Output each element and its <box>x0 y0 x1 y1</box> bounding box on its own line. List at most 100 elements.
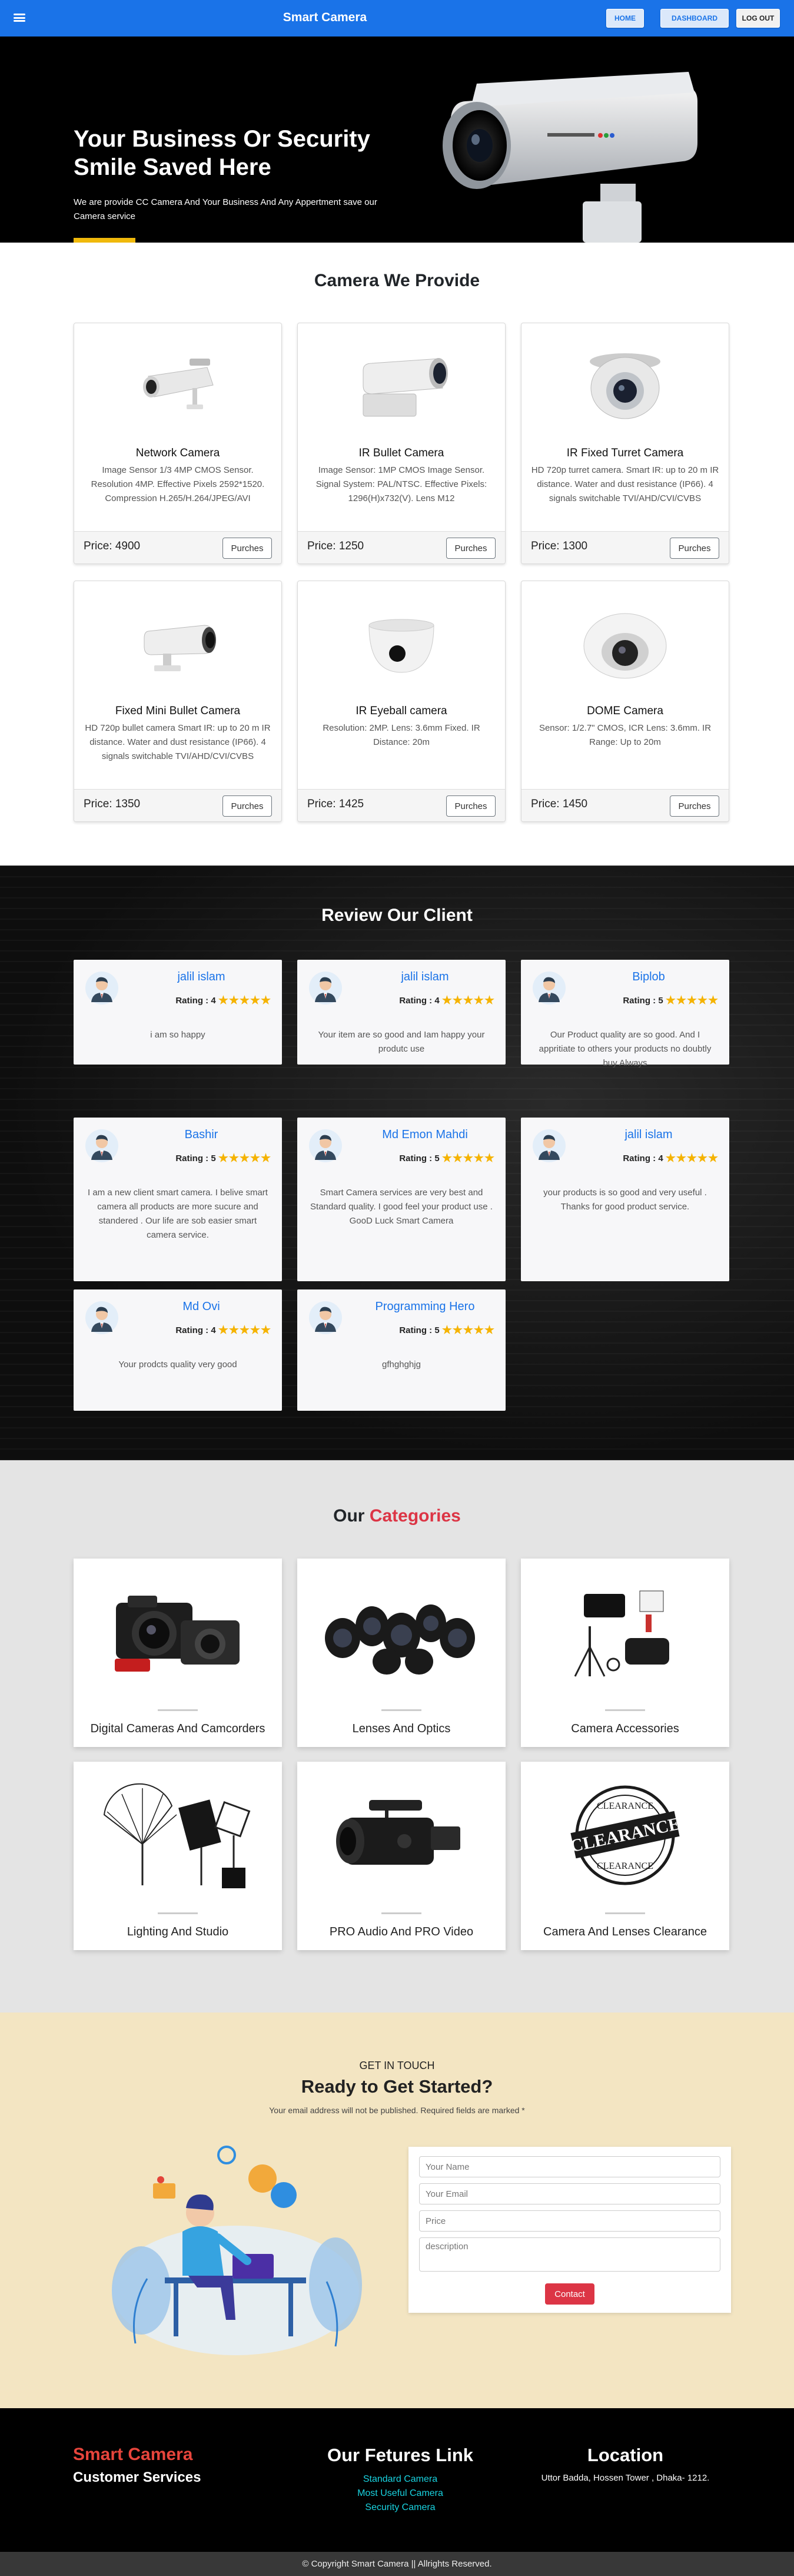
hero-title: Your Business Or Security Smile Saved He… <box>74 126 370 180</box>
dashboard-button[interactable]: DASHBOARD <box>660 9 729 28</box>
purchase-button[interactable]: Purches <box>446 795 496 817</box>
review-card: Programming Hero Rating : 5 ★★★★★ gfhghghj… <box>297 1289 506 1411</box>
product-price: Price: 1425 <box>307 798 364 810</box>
product-name: IR Eyeball camera <box>356 705 447 717</box>
logout-button[interactable]: LOG OUT <box>736 9 780 28</box>
reviewer-name: Biplob <box>632 970 665 983</box>
rating-label: Rating : <box>399 1153 433 1163</box>
user-avatar-icon <box>309 1301 342 1334</box>
rating-value: 5 <box>434 1153 440 1163</box>
categories-section-title: Our Categories <box>0 1506 794 1526</box>
reviewer-name: jalil islam <box>401 970 449 983</box>
rating-label: Rating : <box>399 996 433 1006</box>
contact-section: GET IN TOUCH Ready to Get Started? Your … <box>0 2013 794 2408</box>
category-divider <box>605 1709 645 1711</box>
navbar: Smart Camera HOME DASHBOARD LOG OUT <box>0 0 794 37</box>
footer-link-standard-camera[interactable]: Standard Camera <box>271 2474 530 2485</box>
rating-value: 5 <box>658 996 663 1006</box>
review-card: jalil islam Rating : 4 ★★★★★ i am so happy <box>74 960 282 1065</box>
purchase-button[interactable]: Purches <box>222 538 272 559</box>
pro-video-camera-image <box>297 1768 506 1903</box>
review-rating: Rating : 5 ★★★★★ <box>350 1152 495 1165</box>
categories-title-part2: Categories <box>369 1506 461 1526</box>
category-divider <box>158 1912 198 1914</box>
eyeball-camera-image <box>298 599 505 687</box>
reviews-section-title: Review Our Client <box>321 906 473 925</box>
category-name: Camera Accessories <box>571 1722 679 1735</box>
name-input[interactable] <box>419 2156 720 2177</box>
category-card[interactable]: PRO Audio And PRO Video <box>297 1762 506 1950</box>
contact-subtitle: Your email address will not be published… <box>269 2106 525 2115</box>
rating-value: 4 <box>211 1325 216 1335</box>
home-button[interactable]: HOME <box>606 9 644 28</box>
stamp-bottom-text: CLEARANCE <box>597 1861 653 1871</box>
reviews-section: Review Our Client jalil islam Rating : 4 … <box>0 866 794 1460</box>
copyright-bar: © Copyright Smart Camera || Allrights Re… <box>0 2552 794 2576</box>
contact-submit-button[interactable]: Contact <box>545 2283 594 2305</box>
purchase-button[interactable]: Purches <box>222 795 272 817</box>
star-rating-icon: ★★★★★ <box>218 1152 271 1165</box>
product-price: Price: 1350 <box>84 798 141 810</box>
product-footer: Price: 1425 Purches <box>298 789 505 821</box>
category-name: Camera And Lenses Clearance <box>543 1925 707 1938</box>
review-rating: Rating : 4 ★★★★★ <box>350 994 495 1007</box>
price-input[interactable] <box>419 2210 720 2232</box>
description-textarea[interactable] <box>419 2237 720 2272</box>
purchase-button[interactable]: Purches <box>670 795 719 817</box>
user-avatar-icon <box>85 1301 118 1334</box>
accessories-image <box>521 1564 729 1700</box>
footer-link-security-camera[interactable]: Security Camera <box>271 2502 530 2513</box>
review-card: jalil islam Rating : 4 ★★★★★ your products… <box>521 1118 729 1281</box>
product-desc: Sensor: 1/2.7" CMOS, ICR Lens: 3.6mm. IR… <box>539 723 712 747</box>
rating-label: Rating : <box>175 996 209 1006</box>
rating-value: 5 <box>434 1325 440 1335</box>
brand-title[interactable]: Smart Camera <box>0 11 650 25</box>
product-card: Fixed Mini Bullet Camera HD 720p bullet … <box>74 581 282 822</box>
category-divider <box>381 1709 421 1711</box>
rating-value: 4 <box>658 1153 663 1163</box>
star-rating-icon: ★★★★★ <box>441 1152 495 1165</box>
reviewer-name: Bashir <box>184 1128 218 1141</box>
clearance-stamp-image: CLEARANCE CLEARANCE CLEARANCE <box>521 1768 729 1903</box>
rating-label: Rating : <box>399 1325 433 1335</box>
dome-camera-image <box>521 599 729 687</box>
security-camera-illustration <box>443 72 697 243</box>
category-card[interactable]: Camera Accessories <box>521 1559 729 1747</box>
product-card: DOME Camera Sensor: 1/2.7" CMOS, ICR Len… <box>521 581 729 822</box>
product-price: Price: 1450 <box>531 798 588 810</box>
category-name: PRO Audio And PRO Video <box>329 1925 474 1938</box>
star-rating-icon: ★★★★★ <box>665 994 719 1007</box>
product-desc: HD 720p turret camera. Smart IR: up to 2… <box>531 465 719 503</box>
user-avatar-icon <box>309 1129 342 1162</box>
footer-services: Customer Services <box>73 2469 201 2485</box>
contact-kicker: GET IN TOUCH <box>359 2060 435 2071</box>
lenses-image <box>297 1564 506 1700</box>
digital-cameras-image <box>74 1564 282 1700</box>
product-desc: Image Sensor: 1MP CMOS Image Sensor. Sig… <box>315 465 487 503</box>
product-price: Price: 1300 <box>531 540 588 552</box>
hero-banner: Your Business Or Security Smile Saved He… <box>0 37 794 243</box>
category-card[interactable]: CLEARANCE CLEARANCE CLEARANCE Camera And L… <box>521 1762 729 1950</box>
category-card[interactable]: Lenses And Optics <box>297 1559 506 1747</box>
rating-label: Rating : <box>623 996 656 1006</box>
purchase-button[interactable]: Purches <box>670 538 719 559</box>
purchase-button[interactable]: Purches <box>446 538 496 559</box>
hero-accent-bar <box>74 238 135 243</box>
email-input[interactable] <box>419 2183 720 2204</box>
product-footer: Price: 1450 Purches <box>521 789 729 821</box>
footer-links-title: Our Fetures Link <box>327 2445 474 2465</box>
user-avatar-icon <box>85 1129 118 1162</box>
review-card: Biplob Rating : 5 ★★★★★ Our Product qualit… <box>521 960 729 1068</box>
page: Smart Camera HOME DASHBOARD LOG OUT Your… <box>0 0 794 2576</box>
star-rating-icon: ★★★★★ <box>218 1324 271 1337</box>
review-rating: Rating : 4 ★★★★★ <box>127 994 271 1007</box>
rating-value: 4 <box>211 996 216 1006</box>
category-name: Lighting And Studio <box>127 1925 229 1938</box>
footer-link-most-useful-camera[interactable]: Most Useful Camera <box>271 2488 530 2499</box>
stamp-top-text: CLEARANCE <box>597 1801 653 1811</box>
category-name: Digital Cameras And Camcorders <box>90 1722 265 1735</box>
user-avatar-icon <box>309 972 342 1004</box>
category-card[interactable]: Lighting And Studio <box>74 1762 282 1950</box>
category-divider <box>158 1709 198 1711</box>
category-card[interactable]: Digital Cameras And Camcorders <box>74 1559 282 1747</box>
